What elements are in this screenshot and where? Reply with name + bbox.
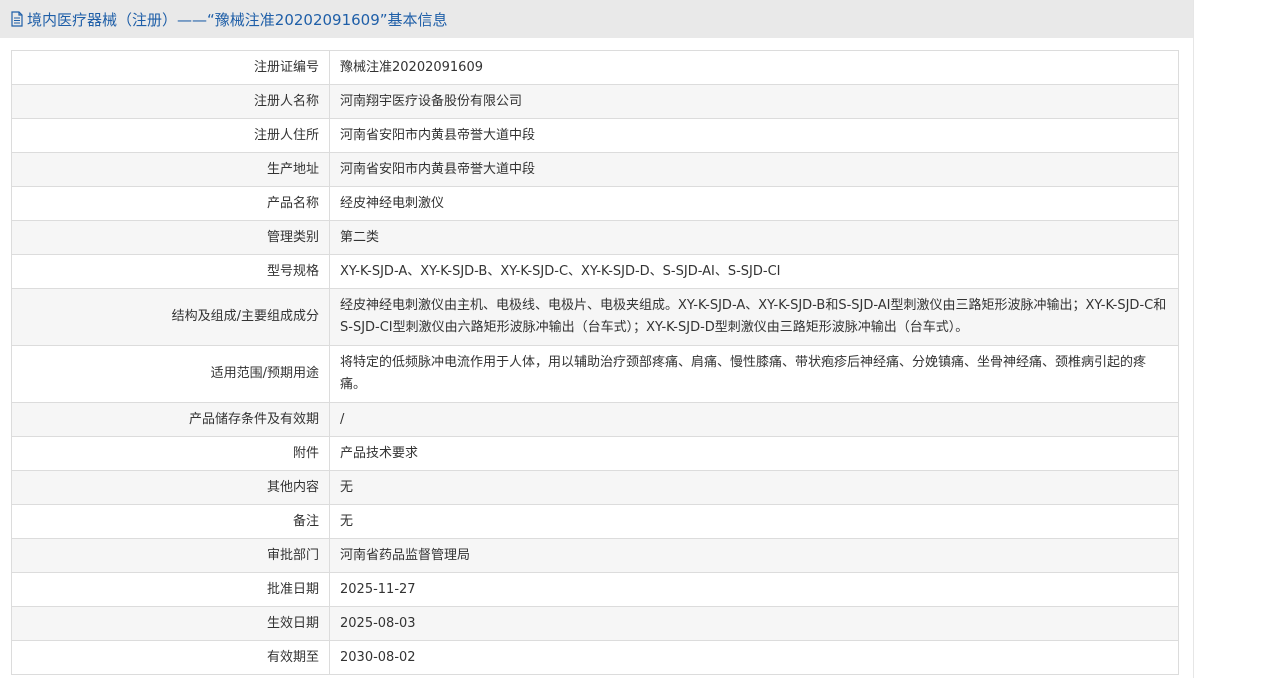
row-label: 产品名称 xyxy=(11,186,330,221)
row-value: 经皮神经电刺激仪 xyxy=(329,186,1179,221)
row-label: 生产地址 xyxy=(11,152,330,187)
table-row: 批准日期 2025-11-27 xyxy=(11,572,1179,607)
row-value: 无 xyxy=(329,504,1179,539)
table-row: 适用范围/预期用途 将特定的低频脉冲电流作用于人体，用以辅助治疗颈部疼痛、肩痛、… xyxy=(11,345,1179,403)
detail-panel: 境内医疗器械（注册）——“豫械注准20202091609”基本信息 注册证编号 … xyxy=(0,0,1194,678)
table-row: 注册人住所 河南省安阳市内黄县帝誉大道中段 xyxy=(11,118,1179,153)
row-label: 型号规格 xyxy=(11,254,330,289)
row-value: 2025-11-27 xyxy=(329,572,1179,607)
table-row: 生产地址 河南省安阳市内黄县帝誉大道中段 xyxy=(11,152,1179,187)
table-row: 有效期至 2030-08-02 xyxy=(11,640,1179,675)
row-value: / xyxy=(329,402,1179,437)
row-label: 备注 xyxy=(11,504,330,539)
row-value: 河南翔宇医疗设备股份有限公司 xyxy=(329,84,1179,119)
row-label: 管理类别 xyxy=(11,220,330,255)
row-value: 第二类 xyxy=(329,220,1179,255)
document-icon xyxy=(10,11,24,27)
table-row: 管理类别 第二类 xyxy=(11,220,1179,255)
table-row: 审批部门 河南省药品监督管理局 xyxy=(11,538,1179,573)
row-label: 其他内容 xyxy=(11,470,330,505)
row-value: 无 xyxy=(329,470,1179,505)
table-row: 产品储存条件及有效期 / xyxy=(11,402,1179,437)
row-label: 注册人名称 xyxy=(11,84,330,119)
table-row: 生效日期 2025-08-03 xyxy=(11,606,1179,641)
table-row: 其他内容 无 xyxy=(11,470,1179,505)
row-value: 产品技术要求 xyxy=(329,436,1179,471)
table-row: 注册证编号 豫械注准20202091609 xyxy=(11,50,1179,85)
row-label: 生效日期 xyxy=(11,606,330,641)
row-label: 审批部门 xyxy=(11,538,330,573)
panel-header: 境内医疗器械（注册）——“豫械注准20202091609”基本信息 xyxy=(0,0,1193,38)
table-row: 备注 无 xyxy=(11,504,1179,539)
table-row: 型号规格 XY-K-SJD-A、XY-K-SJD-B、XY-K-SJD-C、XY… xyxy=(11,254,1179,289)
row-value: 豫械注准20202091609 xyxy=(329,50,1179,85)
row-label: 注册人住所 xyxy=(11,118,330,153)
row-label: 适用范围/预期用途 xyxy=(11,345,330,403)
table-row: 附件 产品技术要求 xyxy=(11,436,1179,471)
row-label: 批准日期 xyxy=(11,572,330,607)
row-value: 经皮神经电刺激仪由主机、电极线、电极片、电极夹组成。XY-K-SJD-A、XY-… xyxy=(329,288,1179,346)
row-value: 河南省安阳市内黄县帝誉大道中段 xyxy=(329,118,1179,153)
row-value: 2025-08-03 xyxy=(329,606,1179,641)
info-table: 注册证编号 豫械注准20202091609 注册人名称 河南翔宇医疗设备股份有限… xyxy=(11,50,1179,675)
row-value: 河南省安阳市内黄县帝誉大道中段 xyxy=(329,152,1179,187)
row-value: 将特定的低频脉冲电流作用于人体，用以辅助治疗颈部疼痛、肩痛、慢性膝痛、带状疱疹后… xyxy=(329,345,1179,403)
table-row: 产品名称 经皮神经电刺激仪 xyxy=(11,186,1179,221)
row-label: 有效期至 xyxy=(11,640,330,675)
page-title: 境内医疗器械（注册）——“豫械注准20202091609”基本信息 xyxy=(27,10,448,29)
row-label: 结构及组成/主要组成成分 xyxy=(11,288,330,346)
row-value: 2030-08-02 xyxy=(329,640,1179,675)
table-row: 注册人名称 河南翔宇医疗设备股份有限公司 xyxy=(11,84,1179,119)
row-value: 河南省药品监督管理局 xyxy=(329,538,1179,573)
row-label: 注册证编号 xyxy=(11,50,330,85)
row-value: XY-K-SJD-A、XY-K-SJD-B、XY-K-SJD-C、XY-K-SJ… xyxy=(329,254,1179,289)
row-label: 产品储存条件及有效期 xyxy=(11,402,330,437)
table-row: 结构及组成/主要组成成分 经皮神经电刺激仪由主机、电极线、电极片、电极夹组成。X… xyxy=(11,288,1179,346)
row-label: 附件 xyxy=(11,436,330,471)
content-area: 注册证编号 豫械注准20202091609 注册人名称 河南翔宇医疗设备股份有限… xyxy=(0,38,1193,675)
